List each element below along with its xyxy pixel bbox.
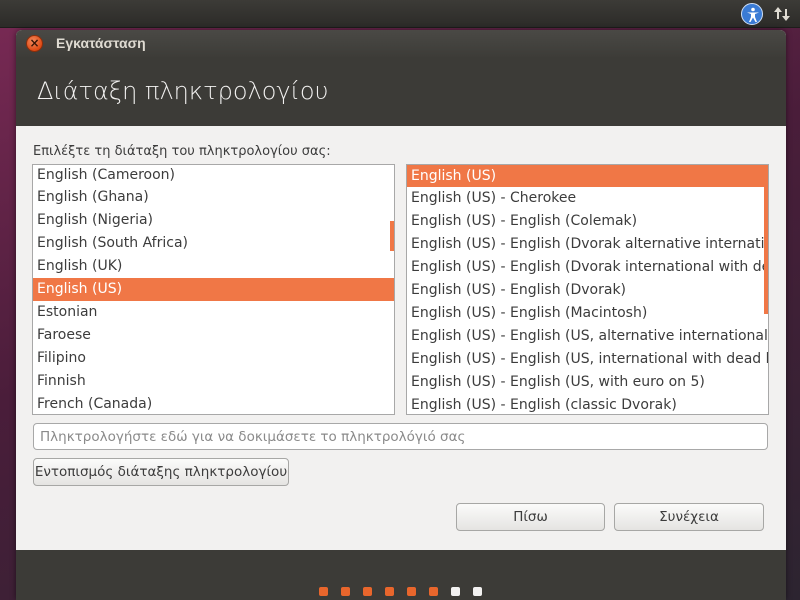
continue-button[interactable]: Συνέχεια [614,503,764,531]
variant-list-item[interactable]: English (US) - English (US, internationa… [407,348,768,371]
keyboard-test-input[interactable] [33,423,768,450]
network-transfer-icon[interactable] [772,4,792,24]
variant-list-item[interactable]: English (US) - English (Dvorak internati… [407,256,768,279]
layout-list-item[interactable]: Filipino [33,347,394,370]
variant-list-item[interactable]: English (US) - English (US, with euro on… [407,371,768,394]
page-header: Διάταξη πληκτρολογίου [16,57,786,126]
variant-list-item[interactable]: English (US) - English (Macintosh) [407,302,768,325]
progress-footer [16,550,786,600]
variant-list-item[interactable]: English (US) - English (classic Dvorak) [407,394,768,414]
title-bar: × Εγκατάσταση [16,30,786,57]
close-icon: × [29,36,40,50]
keyboard-variant-list[interactable]: English (US) English (US) - Cherokee Engli… [406,164,769,415]
variant-list-item[interactable]: English (US) - English (US, alternative … [407,325,768,348]
keyboard-layout-list[interactable]: English (Cameroon) English (Ghana) English… [32,164,395,415]
progress-dot-complete [363,587,372,596]
installer-window: × Εγκατάσταση Διάταξη πληκτρολογίου Επιλ… [16,30,786,600]
layout-list-item[interactable]: English (South Africa) [33,232,394,255]
variant-list-item[interactable]: English (US) - Cherokee [407,187,768,210]
layout-list-item[interactable]: English (Cameroon) [33,165,394,186]
variant-list-item[interactable]: English (US) - English (Dvorak alternati… [407,233,768,256]
window-title: Εγκατάσταση [56,35,146,51]
layout-list-scrollbar[interactable] [390,221,394,251]
layout-list-item[interactable]: Estonian [33,301,394,324]
progress-dot-pending [473,587,482,596]
progress-dot-pending [451,587,460,596]
layout-list-item[interactable]: English (UK) [33,255,394,278]
layout-list-item[interactable]: Finnish [33,370,394,393]
page-title: Διάταξη πληκτρολογίου [37,77,329,105]
variant-list-scrollbar[interactable] [764,185,768,314]
layout-list-item[interactable]: English (Nigeria) [33,209,394,232]
progress-dot-complete [341,587,350,596]
progress-dot-complete [385,587,394,596]
progress-dot-complete [429,587,438,596]
detect-layout-button[interactable]: Εντοπισμός διάταξης πληκτρολογίου [33,458,289,486]
progress-dot-complete [407,587,416,596]
variant-list-item[interactable]: English (US) - English (Colemak) [407,210,768,233]
close-button[interactable]: × [26,35,43,52]
layout-list-item[interactable]: Faroese [33,324,394,347]
accessibility-icon[interactable] [741,3,763,25]
layout-list-item[interactable]: English (US) [33,278,394,301]
layout-list-item[interactable]: French (Canada) [33,393,394,414]
layout-prompt-label: Επιλέξτε τη διάταξη του πληκτρολογίου σα… [33,144,331,159]
progress-dot-complete [319,587,328,596]
variant-list-item[interactable]: English (US) [407,165,768,187]
layout-list-item[interactable]: English (Ghana) [33,186,394,209]
variant-list-item[interactable]: English (US) - English (Dvorak) [407,279,768,302]
back-button[interactable]: Πίσω [456,503,605,531]
top-panel [0,0,800,28]
